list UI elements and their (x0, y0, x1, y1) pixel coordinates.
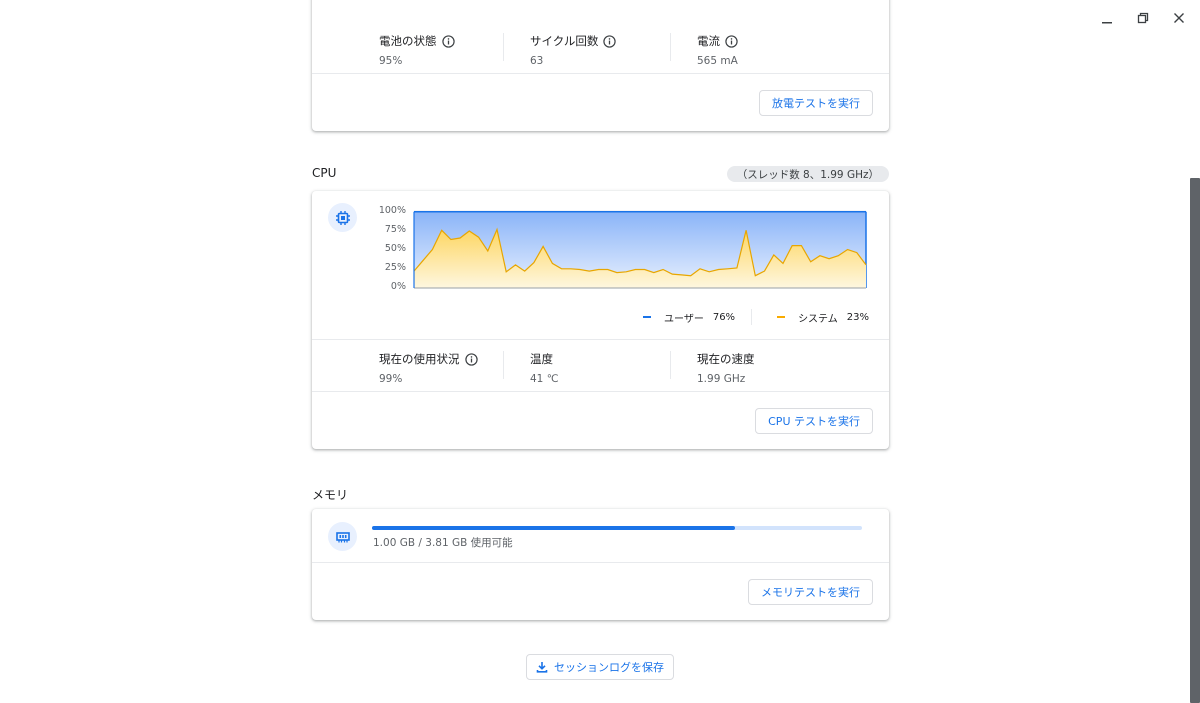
cpu-speed-metric: 現在の速度 1.99 GHz (630, 351, 755, 385)
cpu-chart-legend: ユーザー 76% システム 23% (643, 309, 869, 325)
metric-label: 電流 (697, 34, 720, 48)
info-icon[interactable] (603, 34, 617, 48)
metric-label: 温度 (530, 352, 553, 366)
metric-label: 現在の使用状況 (379, 352, 460, 366)
battery-health-metric: 電池の状態 95% (312, 33, 455, 67)
legend-divider (751, 309, 753, 325)
y-tick-label: 50% (384, 243, 406, 254)
cpu-usage-chart: 100% 75% 50% 25% 0% (372, 205, 872, 295)
cpu-card: 100% 75% 50% 25% 0% ユーザー 76% システム 23% 現在… (312, 191, 889, 449)
save-session-log-label: セッションログを保存 (554, 662, 664, 674)
cpu-temperature-metric: 温度 41 ℃ (463, 351, 559, 385)
cpu-metrics: 現在の使用状況 99% 温度 41 ℃ 現在の速度 1.99 GHz (312, 351, 889, 385)
window-controls (1096, 8, 1190, 28)
minimize-icon (1102, 22, 1112, 24)
legend-value: 23% (846, 311, 869, 323)
card-divider (312, 391, 889, 392)
battery-metrics: 電池の状態 95% サイクル回数 63 電流 565 mA (312, 33, 889, 73)
y-tick-label: 100% (378, 205, 406, 216)
scrollbar-track[interactable] (1190, 0, 1200, 703)
memory-usage-bar (372, 526, 862, 530)
legend-name: システム (798, 313, 838, 325)
metric-label: 現在の速度 (697, 352, 755, 366)
save-session-log-button[interactable]: セッションログを保存 (526, 654, 674, 680)
metric-value: 1.99 GHz (697, 373, 746, 385)
minimize-button[interactable] (1096, 8, 1118, 28)
card-divider (312, 339, 889, 340)
metric-value: 565 mA (697, 55, 738, 67)
cpu-thread-chip: （スレッド数 8、1.99 GHz） (726, 166, 889, 182)
battery-current-metric: 電流 565 mA (630, 33, 738, 67)
discharge-test-button[interactable]: 放電テストを実行 (759, 90, 873, 116)
close-button[interactable] (1168, 8, 1190, 28)
legend-item-system: システム 23% (777, 310, 869, 325)
metric-value: 63 (530, 55, 544, 67)
battery-cycle-metric: サイクル回数 63 (463, 33, 617, 67)
cpu-test-button[interactable]: CPU テストを実行 (755, 408, 873, 434)
memory-chip-icon (335, 531, 350, 542)
info-icon[interactable] (725, 34, 738, 48)
legend-swatch (643, 316, 652, 318)
scrollbar-thumb[interactable] (1190, 178, 1200, 703)
legend-item-user: ユーザー 76% (643, 310, 735, 325)
y-tick-label: 0% (390, 281, 406, 292)
memory-section-title: メモリ (312, 488, 349, 502)
cpu-chart-plot (413, 210, 867, 289)
legend-value: 76% (712, 311, 736, 323)
card-divider (312, 73, 889, 74)
memory-icon-badge (328, 522, 357, 551)
metric-value: 95% (379, 55, 403, 67)
card-divider (312, 562, 889, 563)
cpu-icon-badge (328, 203, 357, 232)
info-icon[interactable] (441, 34, 455, 48)
memory-usage-fill (372, 526, 735, 530)
download-icon (536, 662, 548, 673)
legend-swatch (777, 316, 786, 318)
y-tick-label: 75% (384, 224, 406, 235)
cpu-chip-icon (335, 210, 350, 225)
close-icon (1174, 13, 1184, 23)
cpu-usage-metric: 現在の使用状況 99% (312, 351, 478, 385)
battery-card: 電池の状態 95% サイクル回数 63 電流 565 mA 放電テストを実行 (312, 0, 889, 131)
memory-usage-text: 1.00 GB / 3.81 GB 使用可能 (373, 537, 513, 549)
metric-value: 41 ℃ (530, 373, 559, 385)
cpu-section-title: CPU (312, 166, 337, 180)
legend-name: ユーザー (664, 313, 704, 325)
metric-label: 電池の状態 (379, 34, 437, 48)
restore-icon (1137, 12, 1149, 24)
memory-test-button[interactable]: メモリテストを実行 (748, 579, 873, 605)
restore-button[interactable] (1132, 8, 1154, 28)
memory-card: 1.00 GB / 3.81 GB 使用可能 メモリテストを実行 (312, 509, 889, 620)
metric-label: サイクル回数 (530, 34, 599, 48)
y-tick-label: 25% (384, 262, 406, 273)
